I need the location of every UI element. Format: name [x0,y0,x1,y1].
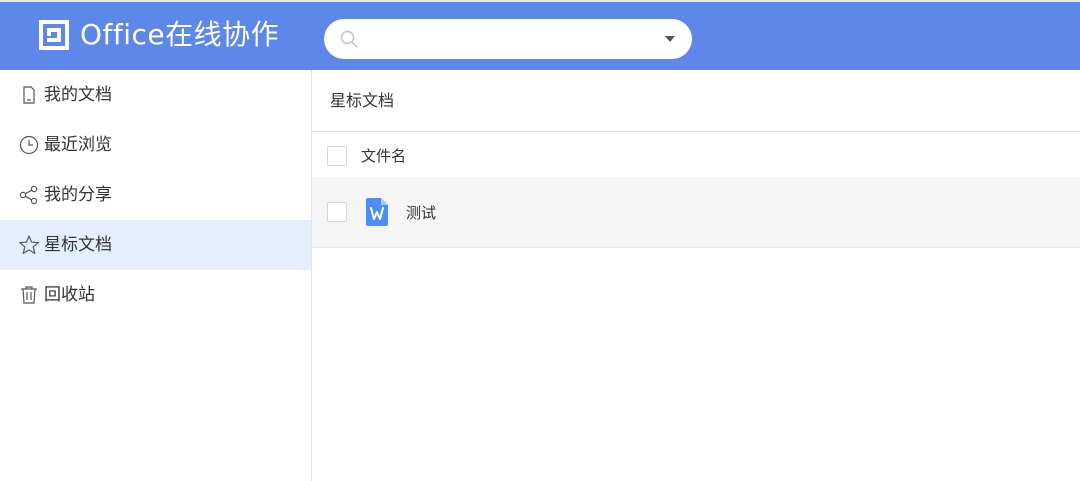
sidebar-item-label: 星标文档 [44,235,112,255]
column-header-filename[interactable]: 文件名 [361,145,406,167]
clock-icon [19,135,39,155]
document-icon [23,86,35,104]
search-input[interactable] [368,25,658,53]
sidebar-item-starred[interactable]: 星标文档 [0,220,311,270]
file-name[interactable]: 测试 [406,202,436,224]
sidebar: 我的文档 最近浏览 我的分享 星标文档 回收站 [0,70,312,481]
search-icon[interactable] [339,29,359,49]
sidebar-item-my-documents[interactable]: 我的文档 [0,70,311,120]
sidebar-item-trash[interactable]: 回收站 [0,270,311,320]
word-file-icon [366,198,388,226]
page-title: 星标文档 [330,91,395,110]
row-checkbox[interactable] [327,202,347,222]
office-logo-icon[interactable] [36,17,72,53]
sidebar-item-label: 我的文档 [44,85,112,105]
trash-icon [21,286,37,304]
header-bar: Office在线协作 [0,2,1080,70]
search-box[interactable] [324,19,692,59]
sidebar-item-my-shares[interactable]: 我的分享 [0,170,311,220]
main-content: 星标文档 文件名 测试 [312,70,1080,481]
table-row[interactable]: 测试 [312,177,1080,248]
sidebar-item-label: 我的分享 [44,185,112,205]
app-title[interactable]: Office在线协作 [80,15,279,55]
select-all-checkbox[interactable] [327,146,347,166]
sidebar-item-label: 最近浏览 [44,135,112,155]
sidebar-item-recent[interactable]: 最近浏览 [0,120,311,170]
share-icon [19,185,38,205]
star-icon [19,235,39,254]
caret-down-icon[interactable] [663,32,677,46]
divider [312,131,1080,132]
sidebar-item-label: 回收站 [44,285,95,305]
